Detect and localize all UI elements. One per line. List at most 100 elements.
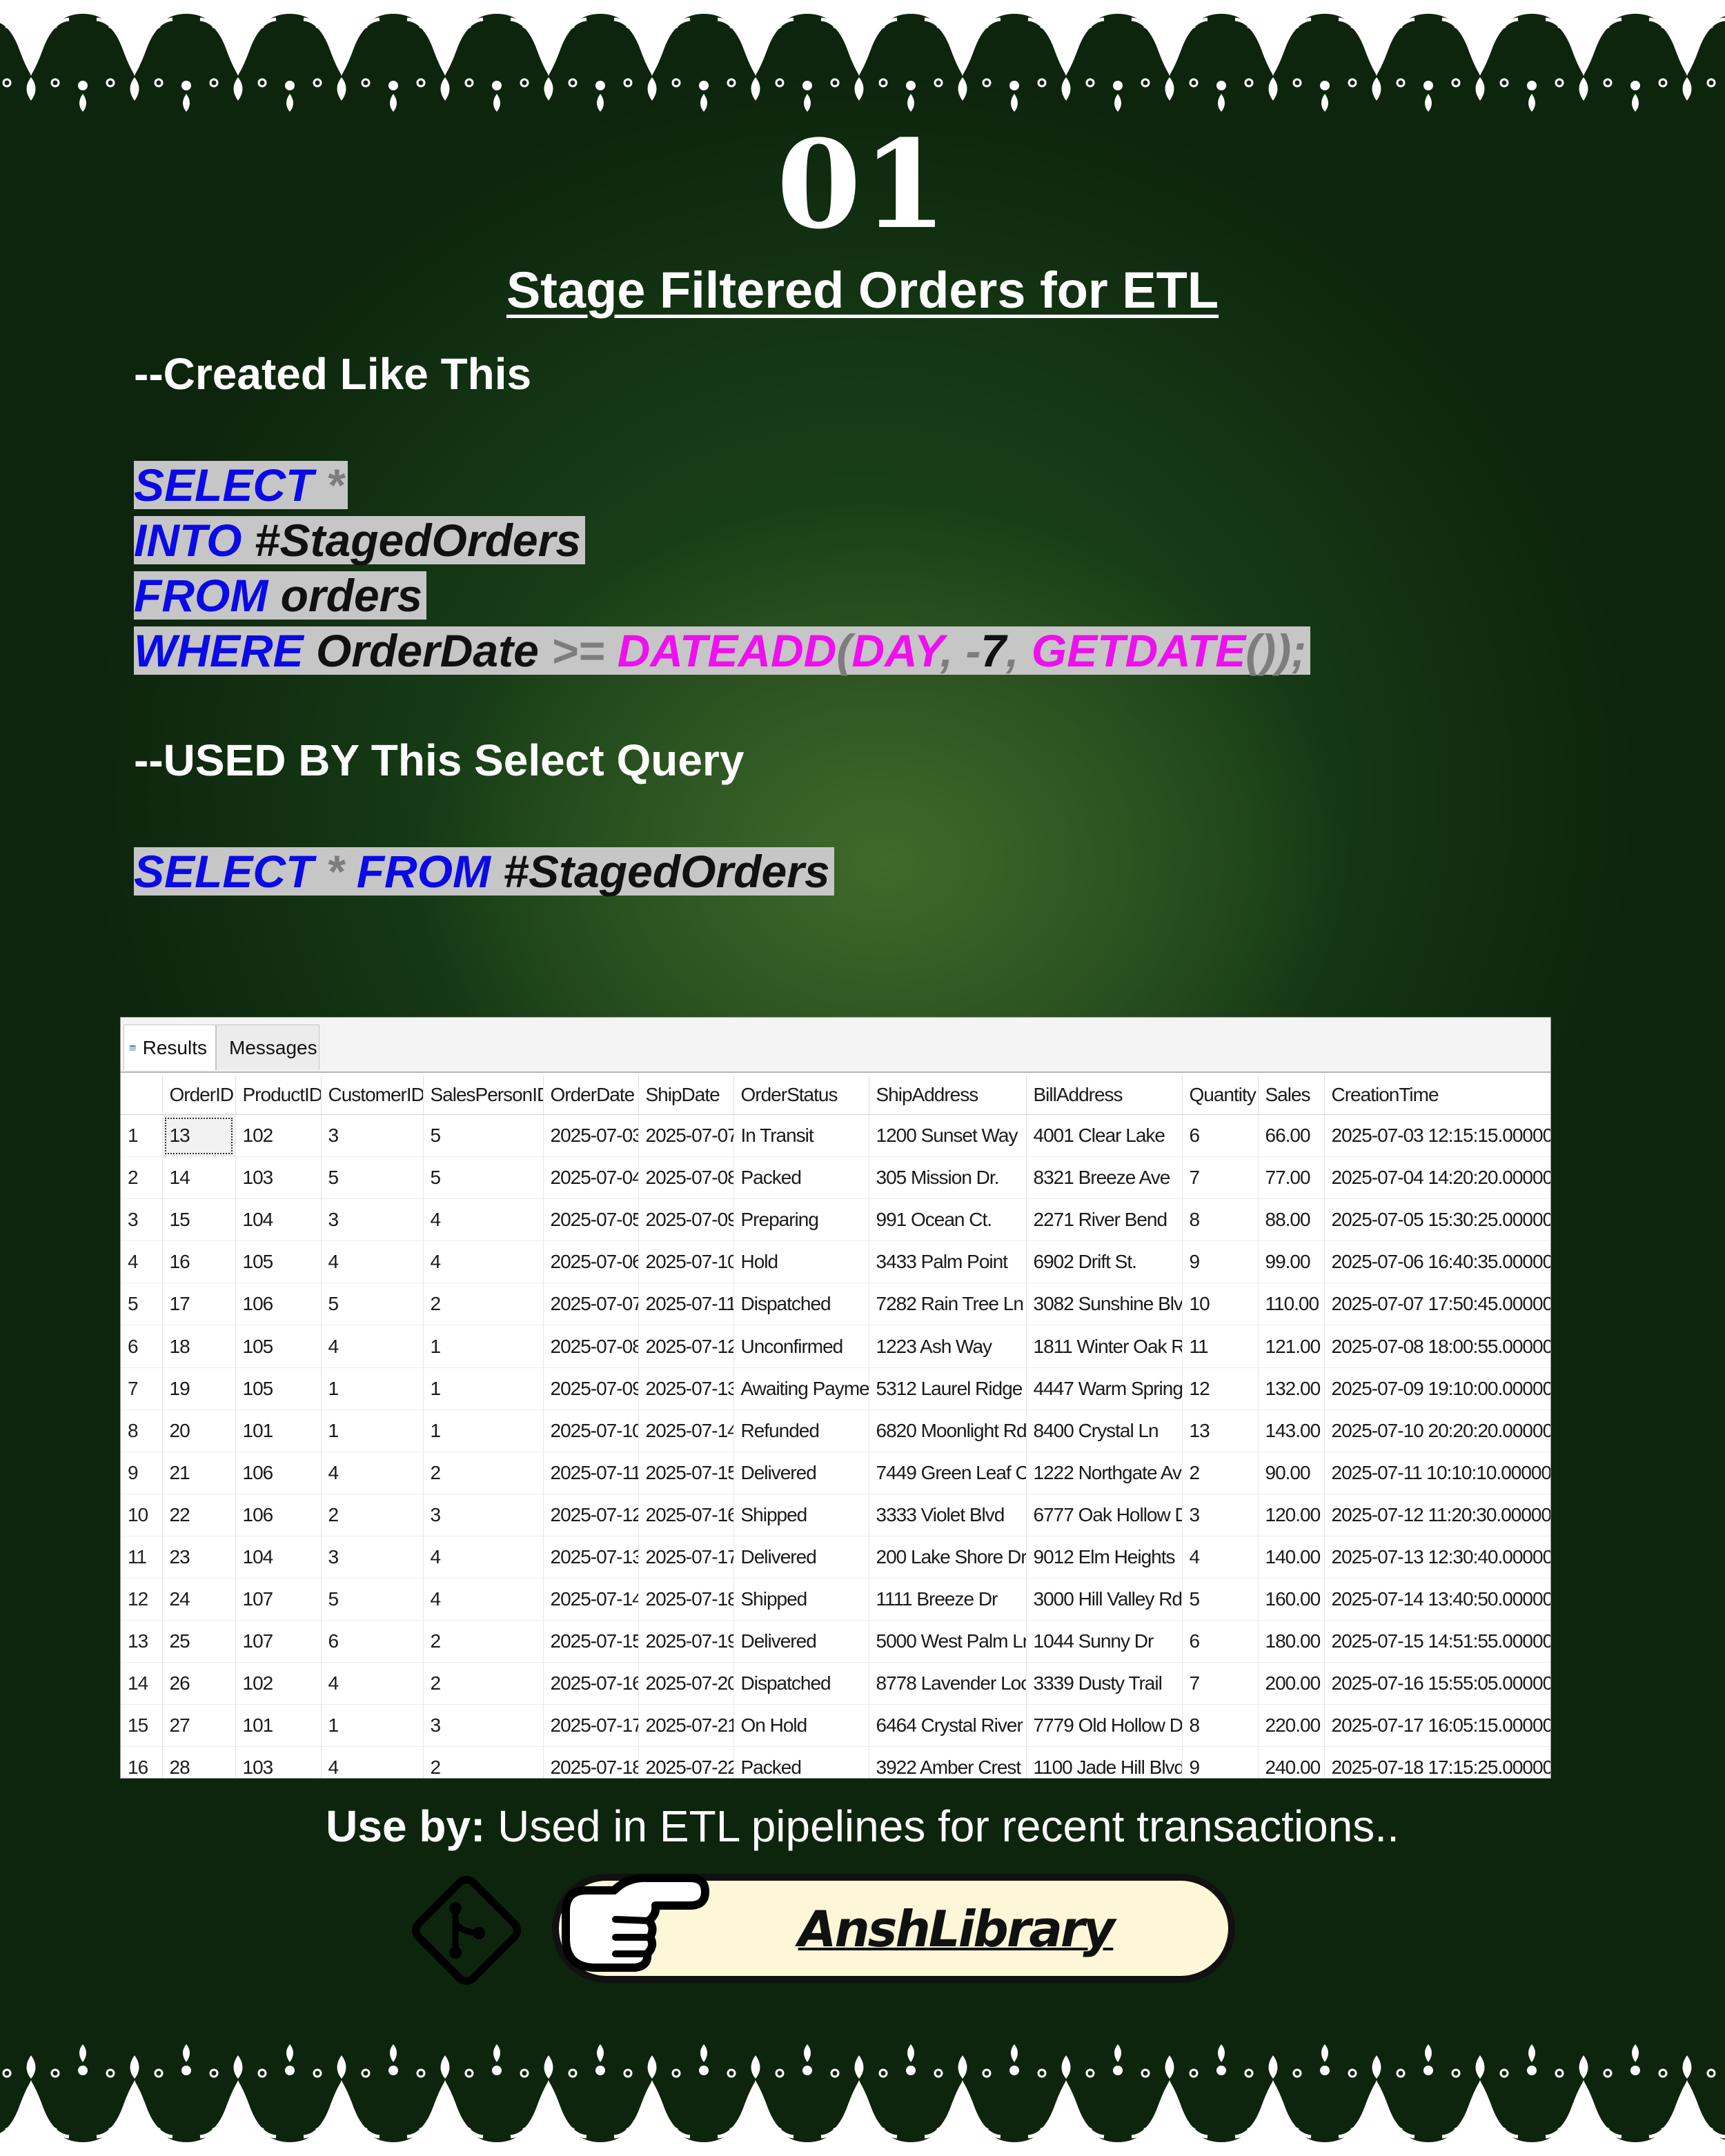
table-cell[interactable]: 2025-07-14 13:40:50.0000000: [1324, 1578, 1550, 1621]
table-cell[interactable]: 2025-07-08: [638, 1156, 734, 1200]
table-cell[interactable]: 105: [235, 1240, 322, 1284]
table-cell[interactable]: 2025-07-09 19:10:00.0000000: [1324, 1367, 1550, 1410]
table-cell[interactable]: 1: [321, 1367, 424, 1410]
table-cell[interactable]: 5: [423, 1156, 544, 1200]
table-cell[interactable]: 6: [1182, 1114, 1259, 1158]
table-cell[interactable]: 6: [321, 1620, 424, 1663]
table-cell[interactable]: 107: [235, 1620, 322, 1663]
table-cell[interactable]: 110.00: [1258, 1283, 1325, 1326]
table-cell[interactable]: 26: [162, 1662, 236, 1705]
table-cell[interactable]: 2025-07-06 16:40:35.0000000: [1324, 1240, 1550, 1284]
table-cell[interactable]: Packed: [733, 1746, 869, 1778]
table-cell[interactable]: 180.00: [1258, 1620, 1325, 1663]
table-cell[interactable]: 1100 Jade Hill Blvd: [1026, 1746, 1183, 1778]
table-cell[interactable]: 160.00: [1258, 1578, 1325, 1621]
table-cell[interactable]: 88.00: [1258, 1198, 1325, 1242]
table-row[interactable]: 4 16 105 4 4 2025-07-06 2025-07-10 Hold 3433 Pal…: [121, 1240, 1550, 1284]
table-cell[interactable]: 102: [235, 1662, 322, 1705]
table-cell[interactable]: 6902 Drift St.: [1026, 1240, 1183, 1284]
table-row[interactable]: 5 17 106 5 2 2025-07-07 2025-07-11 Dispatched 72…: [121, 1283, 1550, 1326]
table-cell[interactable]: 4: [423, 1240, 544, 1284]
table-cell[interactable]: 6820 Moonlight Rd: [869, 1410, 1027, 1452]
table-cell[interactable]: 1811 Winter Oak Rd: [1026, 1325, 1183, 1368]
table-cell[interactable]: Hold: [733, 1240, 869, 1284]
table-cell[interactable]: 105: [235, 1367, 322, 1410]
table-cell[interactable]: 2025-07-05 15:30:25.0000000: [1324, 1198, 1550, 1242]
table-cell[interactable]: 2025-07-13: [543, 1536, 639, 1579]
row-number[interactable]: 13: [121, 1620, 163, 1663]
table-cell[interactable]: 2025-07-11 10:10:10.0000000: [1324, 1452, 1550, 1494]
row-number[interactable]: 15: [121, 1704, 163, 1748]
column-header[interactable]: OrderStatus: [733, 1076, 869, 1115]
table-cell[interactable]: 4: [321, 1240, 424, 1284]
table-cell[interactable]: 9: [1182, 1240, 1259, 1284]
table-cell[interactable]: 5: [1182, 1578, 1259, 1621]
table-cell[interactable]: 2025-07-14: [543, 1578, 639, 1621]
table-cell[interactable]: 99.00: [1258, 1240, 1325, 1284]
table-cell[interactable]: 6464 Crystal River: [869, 1704, 1027, 1748]
table-cell[interactable]: 23: [162, 1536, 236, 1579]
table-cell[interactable]: 7: [1182, 1156, 1259, 1200]
table-cell[interactable]: 2025-07-17: [543, 1704, 639, 1748]
table-cell[interactable]: 2025-07-10: [543, 1410, 639, 1452]
table-cell[interactable]: 2025-07-11: [543, 1452, 639, 1494]
row-number[interactable]: 4: [121, 1240, 163, 1284]
table-cell[interactable]: 143.00: [1258, 1410, 1325, 1452]
table-row[interactable]: 3 15 104 3 4 2025-07-05 2025-07-09 Preparing 991…: [121, 1198, 1550, 1242]
table-row[interactable]: 9 21 106 4 2 2025-07-11 2025-07-15 Delivered 744…: [121, 1452, 1550, 1494]
table-cell[interactable]: 2025-07-18: [543, 1746, 639, 1778]
table-cell[interactable]: 2025-07-07 17:50:45.0000000: [1324, 1283, 1550, 1326]
table-cell[interactable]: 19: [162, 1367, 236, 1410]
table-cell[interactable]: 5: [321, 1156, 424, 1200]
table-cell[interactable]: 101: [235, 1704, 322, 1748]
column-header[interactable]: ProductID: [235, 1076, 322, 1115]
table-cell[interactable]: 7: [1182, 1662, 1259, 1705]
column-header[interactable]: Sales: [1258, 1076, 1325, 1115]
row-number[interactable]: 2: [121, 1156, 163, 1200]
table-cell[interactable]: 4: [1182, 1536, 1259, 1579]
table-cell[interactable]: 7779 Old Hollow Dr: [1026, 1704, 1183, 1748]
table-cell[interactable]: 106: [235, 1494, 322, 1536]
table-row[interactable]: 15 27 101 1 3 2025-07-17 2025-07-21 On Hold 6464…: [121, 1704, 1550, 1748]
table-cell[interactable]: 1222 Northgate Ave: [1026, 1452, 1183, 1494]
table-cell[interactable]: Unconfirmed: [733, 1325, 869, 1368]
table-cell[interactable]: 2025-07-18 17:15:25.0000000: [1324, 1746, 1550, 1778]
table-cell[interactable]: 2: [423, 1662, 544, 1705]
table-cell[interactable]: 2271 River Bend: [1026, 1198, 1183, 1242]
table-cell[interactable]: 2025-07-15: [543, 1620, 639, 1663]
table-cell[interactable]: 4: [423, 1198, 544, 1242]
row-number[interactable]: 8: [121, 1410, 163, 1452]
table-cell[interactable]: 27: [162, 1704, 236, 1748]
table-cell[interactable]: 5312 Laurel Ridge: [869, 1367, 1027, 1410]
table-cell[interactable]: 3000 Hill Valley Rd: [1026, 1578, 1183, 1621]
table-cell[interactable]: 4447 Warm Springs: [1026, 1367, 1183, 1410]
table-cell[interactable]: 3339 Dusty Trail: [1026, 1662, 1183, 1705]
table-cell[interactable]: 22: [162, 1494, 236, 1536]
table-cell[interactable]: 4: [321, 1325, 424, 1368]
column-header[interactable]: OrderID: [162, 1076, 236, 1115]
table-cell[interactable]: 101: [235, 1410, 322, 1452]
table-cell[interactable]: In Transit: [733, 1114, 869, 1158]
table-cell[interactable]: 2: [423, 1746, 544, 1778]
tab-results[interactable]: Results: [124, 1025, 216, 1070]
table-cell[interactable]: 305 Mission Dr.: [869, 1156, 1027, 1200]
table-cell[interactable]: 121.00: [1258, 1325, 1325, 1368]
table-cell[interactable]: 2025-07-12: [638, 1325, 734, 1368]
table-cell[interactable]: Preparing: [733, 1198, 869, 1242]
table-cell[interactable]: 1044 Sunny Dr: [1026, 1620, 1183, 1663]
table-cell[interactable]: 7449 Green Leaf Ct.: [869, 1452, 1027, 1494]
table-cell[interactable]: Dispatched: [733, 1662, 869, 1705]
table-cell[interactable]: 3: [321, 1536, 424, 1579]
table-row[interactable]: 1 13 102 3 5 2025-07-03 2025-07-07 In Transit 12…: [121, 1114, 1550, 1158]
table-row[interactable]: 13 25 107 6 2 2025-07-15 2025-07-19 Delivered 50…: [121, 1620, 1550, 1663]
table-cell[interactable]: 106: [235, 1283, 322, 1326]
table-cell[interactable]: 13: [162, 1114, 236, 1158]
table-cell[interactable]: 107: [235, 1578, 322, 1621]
table-cell[interactable]: Dispatched: [733, 1283, 869, 1326]
row-number[interactable]: 14: [121, 1662, 163, 1705]
table-cell[interactable]: 120.00: [1258, 1494, 1325, 1536]
table-cell[interactable]: 2025-07-16: [543, 1662, 639, 1705]
table-cell[interactable]: 1223 Ash Way: [869, 1325, 1027, 1368]
table-cell[interactable]: 8: [1182, 1704, 1259, 1748]
table-cell[interactable]: 24: [162, 1578, 236, 1621]
